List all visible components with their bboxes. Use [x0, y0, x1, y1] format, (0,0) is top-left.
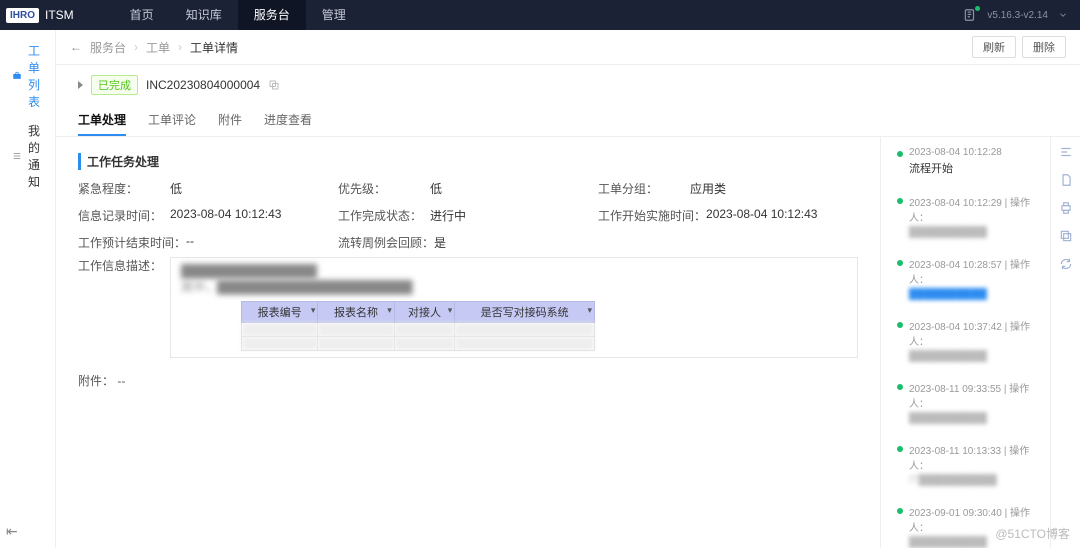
refresh-button[interactable]: 刷新	[972, 36, 1016, 58]
attach-label: 附件：	[78, 374, 114, 388]
dropdown-icon[interactable]: ▾	[311, 305, 316, 316]
dropdown-icon[interactable]: ▾	[448, 305, 453, 316]
recordtime-label: 信息记录时间：	[78, 207, 170, 224]
timeline: 2023-08-04 10:12:28流程开始2023-08-04 10:12:…	[880, 137, 1050, 548]
slider-icon[interactable]	[1059, 145, 1073, 159]
flowback-value: 是	[434, 234, 446, 251]
starttime-label: 工作开始实施时间：	[598, 207, 706, 224]
print-icon[interactable]	[1059, 201, 1073, 215]
sidebar-collapse-icon[interactable]: ⇤	[6, 523, 18, 540]
timeline-time: 2023-08-04 10:12:29 | 操作人：	[909, 194, 1038, 224]
flowback-label: 流转周例会回顾：	[338, 234, 434, 251]
timeline-item: 2023-08-04 10:12:28 流程开始	[897, 147, 1038, 176]
table-row	[242, 337, 595, 351]
version-text: v5.16.3-v2.14	[987, 10, 1048, 21]
breadcrumb: ← 服务台 › 工单 › 工单详情 刷新 删除	[56, 30, 1080, 65]
timeline-item: 2023-08-04 10:28:57 | 操作人： ██████████	[897, 256, 1038, 300]
timeline-detail: ██████████	[909, 412, 1038, 424]
logo: IHRO	[6, 8, 39, 23]
notification-icon[interactable]	[963, 8, 977, 22]
estend-value: --	[186, 234, 194, 251]
user-menu-chevron-icon[interactable]	[1058, 10, 1068, 20]
top-nav: IHRO ITSM 首页 知识库 服务台 管理 v5.16.3-v2.14	[0, 0, 1080, 30]
timeline-item: 2023-08-04 10:37:42 | 操作人： ██████████	[897, 318, 1038, 362]
right-rail	[1050, 137, 1080, 548]
dropdown-icon[interactable]: ▾	[387, 305, 392, 316]
desc-line1: ████████████████	[181, 264, 847, 278]
copy-icon[interactable]	[268, 79, 280, 91]
desc-line2: 其中，███████████████████████	[181, 280, 413, 294]
th-system[interactable]: 是否写对接码系统▾	[455, 302, 595, 323]
workstatus-label: 工作完成状态：	[338, 207, 430, 224]
timeline-time: 2023-08-04 10:37:42 | 操作人：	[909, 318, 1038, 348]
th-report-name[interactable]: 报表名称▾	[318, 302, 394, 323]
priority-label: 优先级：	[338, 180, 430, 197]
ticket-id: INC20230804000004	[146, 78, 260, 92]
sidebar: 工单列表 我的通知	[0, 30, 56, 548]
timeline-time: 2023-08-04 10:12:28	[909, 147, 1038, 158]
tab-process[interactable]: 工单处理	[78, 105, 126, 136]
th-contact[interactable]: 对接人▾	[394, 302, 455, 323]
briefcase-icon	[12, 71, 22, 81]
watermark: @51CTO博客	[995, 525, 1070, 542]
sidebar-item-notify[interactable]: 我的通知	[0, 116, 55, 196]
tab-progress[interactable]: 进度查看	[264, 105, 312, 136]
tab-comments[interactable]: 工单评论	[148, 105, 196, 136]
timeline-item: 2023-08-11 10:13:33 | 操作人： IT██████████	[897, 442, 1038, 486]
back-icon[interactable]: ←	[70, 40, 82, 54]
sidebar-item-label: 我的通知	[28, 122, 43, 190]
tabs: 工单处理 工单评论 附件 进度查看	[56, 105, 1080, 137]
th-report-no[interactable]: 报表编号▾	[242, 302, 318, 323]
brand-name: ITSM	[45, 8, 74, 22]
table-row	[242, 323, 595, 337]
nav-servicedesk[interactable]: 服务台	[238, 0, 306, 30]
list-icon	[12, 151, 22, 161]
attach-value: --	[117, 374, 125, 388]
sidebar-item-label: 工单列表	[28, 42, 43, 110]
document-icon[interactable]	[1059, 173, 1073, 187]
status-badge: 已完成	[91, 75, 138, 95]
detail-panel: 工作任务处理 紧急程度：低 优先级：低 工单分组：应用类 信息记录时间：2023…	[56, 137, 880, 548]
delete-button[interactable]: 删除	[1022, 36, 1066, 58]
caret-right-icon[interactable]	[78, 81, 83, 89]
starttime-value: 2023-08-04 10:12:43	[706, 207, 817, 224]
category-value: 应用类	[690, 180, 726, 197]
crumb-current: 工单详情	[190, 39, 238, 56]
nav-admin[interactable]: 管理	[306, 0, 362, 30]
category-label: 工单分组：	[598, 180, 690, 197]
crumb-servicedesk[interactable]: 服务台	[90, 39, 126, 56]
workstatus-value: 进行中	[430, 207, 466, 224]
timeline-link[interactable]: ██████████	[909, 288, 1038, 300]
dropdown-icon[interactable]: ▾	[587, 305, 592, 316]
timeline-time: 2023-08-11 09:33:55 | 操作人：	[909, 380, 1038, 410]
estend-label: 工作预计结束时间：	[78, 234, 186, 251]
timeline-time: 2023-08-11 10:13:33 | 操作人：	[909, 442, 1038, 472]
desc-box: ████████████████ 其中，████████████████████…	[170, 257, 858, 358]
refresh-rail-icon[interactable]	[1059, 257, 1073, 271]
timeline-detail: ██████████	[909, 226, 1038, 238]
timeline-title: 流程开始	[909, 160, 1038, 176]
tab-attachments[interactable]: 附件	[218, 105, 242, 136]
embedded-table: 报表编号▾ 报表名称▾ 对接人▾ 是否写对接码系统▾	[241, 301, 595, 351]
timeline-detail: ██████████	[909, 350, 1038, 362]
nav-home[interactable]: 首页	[114, 0, 170, 30]
ticket-header: 已完成 INC20230804000004	[56, 65, 1080, 105]
timeline-time: 2023-08-04 10:28:57 | 操作人：	[909, 256, 1038, 286]
section-title: 工作任务处理	[78, 153, 858, 170]
copy-rail-icon[interactable]	[1059, 229, 1073, 243]
urgency-value: 低	[170, 180, 182, 197]
nav-kb[interactable]: 知识库	[170, 0, 238, 30]
recordtime-value: 2023-08-04 10:12:43	[170, 207, 281, 224]
timeline-item: 2023-08-11 09:33:55 | 操作人： ██████████	[897, 380, 1038, 424]
urgency-label: 紧急程度：	[78, 180, 170, 197]
timeline-detail: IT██████████	[909, 474, 1038, 486]
timeline-item: 2023-08-04 10:12:29 | 操作人： ██████████	[897, 194, 1038, 238]
crumb-tickets[interactable]: 工单	[146, 39, 170, 56]
priority-value: 低	[430, 180, 442, 197]
desc-label: 工作信息描述：	[78, 257, 170, 274]
sidebar-item-tickets[interactable]: 工单列表	[0, 36, 55, 116]
